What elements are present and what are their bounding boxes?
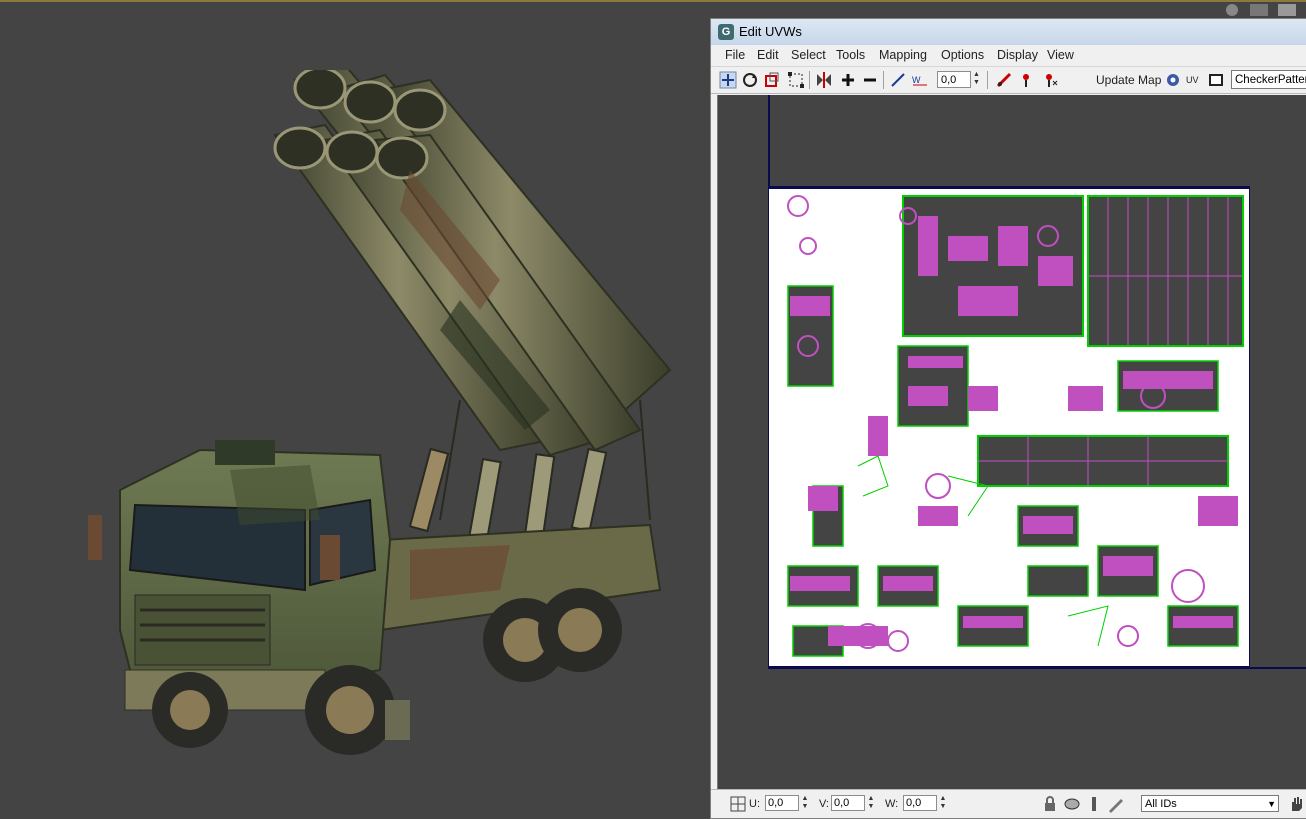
grid-snap-icon[interactable] (729, 795, 746, 812)
rotation-angle-spinner[interactable]: ▲ ▼ (972, 71, 981, 88)
menu-options[interactable]: Options (941, 48, 984, 62)
edit-uvws-window[interactable]: G Edit UVWs File Edit Select Tools Mappi… (710, 18, 1306, 819)
texture-options-icon[interactable] (1207, 71, 1225, 89)
menu-edit[interactable]: Edit (757, 48, 779, 62)
viewport-corner-icons (1226, 4, 1296, 16)
menu-mapping[interactable]: Mapping (879, 48, 927, 62)
app-icon: G (718, 24, 734, 40)
paint-select-icon[interactable] (1107, 795, 1123, 813)
filter-icon[interactable] (1085, 795, 1101, 811)
toolbar-separator (809, 71, 810, 89)
uv-toolbar: W 0,0 ▲▼ Update Map UV CheckerPattern (711, 67, 1306, 94)
move-icon[interactable] (719, 71, 737, 89)
menu-display[interactable]: Display (997, 48, 1038, 62)
menu-file[interactable]: File (725, 48, 745, 62)
svg-text:UV: UV (1186, 75, 1199, 85)
viewport-border (0, 0, 1306, 2)
svg-text:W: W (912, 75, 921, 85)
lock-selection-icon[interactable] (1041, 795, 1057, 811)
v-label: V: (819, 798, 829, 810)
status-bar: U: 0,0 ▲ ▼ V: 0,0 ▲ ▼ W: 0,0 ▲ ▼ All IDs ▼ (711, 789, 1306, 818)
u-spinner[interactable]: ▲ ▼ (801, 795, 809, 811)
menu-tools[interactable]: Tools (836, 48, 865, 62)
soft-selection-icon[interactable] (889, 71, 907, 89)
weld-icon[interactable]: W (911, 71, 929, 89)
contract-selection-icon[interactable] (861, 71, 879, 89)
show-map-icon[interactable] (1164, 71, 1182, 89)
display-mode-icon[interactable] (1063, 795, 1080, 811)
scale-icon[interactable] (763, 71, 781, 89)
uv-space-border-bottom (768, 667, 1306, 669)
menu-select[interactable]: Select (791, 48, 826, 62)
toolbar-separator (987, 71, 988, 89)
freeform-icon[interactable] (787, 71, 805, 89)
launcher-tubes (273, 70, 672, 457)
uv-editor-canvas[interactable] (717, 95, 1306, 790)
break-icon[interactable] (995, 71, 1013, 89)
u-label: U: (749, 798, 760, 810)
pan-hand-icon[interactable] (1287, 795, 1303, 811)
w-coordinate-field[interactable]: 0,0 (903, 795, 937, 811)
chevron-down-icon: ▼ (1267, 799, 1276, 809)
title-bar[interactable]: G Edit UVWs (711, 19, 1306, 46)
pin-icon[interactable] (1019, 71, 1037, 89)
menu-view[interactable]: View (1047, 48, 1074, 62)
toolbar-separator (883, 71, 884, 89)
uv-layout (768, 186, 1250, 667)
w-spinner[interactable]: ▲ ▼ (939, 795, 947, 811)
rotation-angle-field[interactable]: 0,0 (937, 71, 971, 88)
window-title: Edit UVWs (739, 24, 802, 39)
u-coordinate-field[interactable]: 0,0 (765, 795, 799, 811)
w-label: W: (885, 798, 899, 810)
uv-axis-icon[interactable]: UV (1185, 71, 1203, 89)
update-map-button[interactable]: Update Map (1096, 73, 1161, 87)
unpin-icon[interactable] (1041, 71, 1059, 89)
texture-select[interactable]: CheckerPattern (1231, 70, 1306, 89)
menu-bar: File Edit Select Tools Mapping Options D… (711, 45, 1306, 67)
material-ids-select-value: All IDs (1145, 798, 1177, 810)
mirror-icon[interactable] (815, 71, 833, 89)
rocket-launcher-truck-model (88, 70, 672, 755)
expand-selection-icon[interactable] (839, 71, 857, 89)
material-ids-select[interactable]: All IDs ▼ (1141, 795, 1279, 812)
v-coordinate-field[interactable]: 0,0 (831, 795, 865, 811)
v-spinner[interactable]: ▲ ▼ (867, 795, 875, 811)
rotate-icon[interactable] (741, 71, 759, 89)
